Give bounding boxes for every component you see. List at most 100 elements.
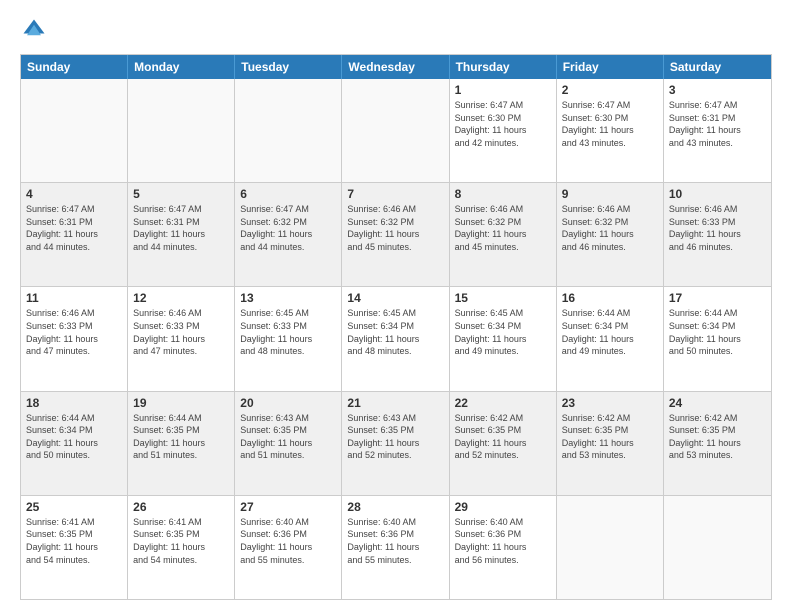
calendar-row-2: 11 Sunrise: 6:46 AM Sunset: 6:33 PM Dayli… (21, 286, 771, 390)
day-info: Sunrise: 6:40 AM Sunset: 6:36 PM Dayligh… (455, 516, 551, 566)
cal-cell: 6 Sunrise: 6:47 AM Sunset: 6:32 PM Daylig… (235, 183, 342, 286)
cal-cell: 20 Sunrise: 6:43 AM Sunset: 6:35 PM Dayli… (235, 392, 342, 495)
day-number: 16 (562, 291, 658, 305)
cal-cell: 19 Sunrise: 6:44 AM Sunset: 6:35 PM Dayli… (128, 392, 235, 495)
header-day-monday: Monday (128, 55, 235, 79)
day-number: 13 (240, 291, 336, 305)
calendar: SundayMondayTuesdayWednesdayThursdayFrid… (20, 54, 772, 600)
cal-cell: 2 Sunrise: 6:47 AM Sunset: 6:30 PM Daylig… (557, 79, 664, 182)
day-info: Sunrise: 6:45 AM Sunset: 6:34 PM Dayligh… (455, 307, 551, 357)
day-info: Sunrise: 6:41 AM Sunset: 6:35 PM Dayligh… (26, 516, 122, 566)
cal-cell: 17 Sunrise: 6:44 AM Sunset: 6:34 PM Dayli… (664, 287, 771, 390)
header-day-thursday: Thursday (450, 55, 557, 79)
day-number: 24 (669, 396, 766, 410)
cal-cell: 16 Sunrise: 6:44 AM Sunset: 6:34 PM Dayli… (557, 287, 664, 390)
day-info: Sunrise: 6:46 AM Sunset: 6:33 PM Dayligh… (669, 203, 766, 253)
cal-cell: 25 Sunrise: 6:41 AM Sunset: 6:35 PM Dayli… (21, 496, 128, 599)
page: SundayMondayTuesdayWednesdayThursdayFrid… (0, 0, 792, 612)
day-number: 19 (133, 396, 229, 410)
header-day-friday: Friday (557, 55, 664, 79)
cal-cell (342, 79, 449, 182)
calendar-row-1: 4 Sunrise: 6:47 AM Sunset: 6:31 PM Daylig… (21, 182, 771, 286)
cal-cell: 11 Sunrise: 6:46 AM Sunset: 6:33 PM Dayli… (21, 287, 128, 390)
logo (20, 16, 52, 44)
cal-cell: 14 Sunrise: 6:45 AM Sunset: 6:34 PM Dayli… (342, 287, 449, 390)
day-number: 11 (26, 291, 122, 305)
day-number: 1 (455, 83, 551, 97)
cal-cell: 29 Sunrise: 6:40 AM Sunset: 6:36 PM Dayli… (450, 496, 557, 599)
cal-cell: 23 Sunrise: 6:42 AM Sunset: 6:35 PM Dayli… (557, 392, 664, 495)
cal-cell (664, 496, 771, 599)
calendar-row-0: 1 Sunrise: 6:47 AM Sunset: 6:30 PM Daylig… (21, 79, 771, 182)
day-number: 2 (562, 83, 658, 97)
cal-cell: 26 Sunrise: 6:41 AM Sunset: 6:35 PM Dayli… (128, 496, 235, 599)
calendar-row-3: 18Sunrise: 6:44 AM Sunset: 6:34 PM Dayli… (21, 391, 771, 495)
day-info: Sunrise: 6:42 AM Sunset: 6:35 PM Dayligh… (562, 412, 658, 462)
cal-cell: 15 Sunrise: 6:45 AM Sunset: 6:34 PM Dayli… (450, 287, 557, 390)
day-info: Sunrise: 6:44 AM Sunset: 6:34 PM Dayligh… (26, 412, 122, 462)
day-number: 20 (240, 396, 336, 410)
day-number: 8 (455, 187, 551, 201)
day-number: 5 (133, 187, 229, 201)
day-info: Sunrise: 6:47 AM Sunset: 6:31 PM Dayligh… (669, 99, 766, 149)
day-number: 23 (562, 396, 658, 410)
day-number: 27 (240, 500, 336, 514)
day-info: Sunrise: 6:46 AM Sunset: 6:32 PM Dayligh… (455, 203, 551, 253)
cal-cell: 3 Sunrise: 6:47 AM Sunset: 6:31 PM Daylig… (664, 79, 771, 182)
cal-cell: 8 Sunrise: 6:46 AM Sunset: 6:32 PM Daylig… (450, 183, 557, 286)
day-number: 26 (133, 500, 229, 514)
day-info: Sunrise: 6:46 AM Sunset: 6:32 PM Dayligh… (347, 203, 443, 253)
day-info: Sunrise: 6:44 AM Sunset: 6:35 PM Dayligh… (133, 412, 229, 462)
day-info: Sunrise: 6:40 AM Sunset: 6:36 PM Dayligh… (240, 516, 336, 566)
cal-cell: 18Sunrise: 6:44 AM Sunset: 6:34 PM Dayli… (21, 392, 128, 495)
cal-cell: 5 Sunrise: 6:47 AM Sunset: 6:31 PM Daylig… (128, 183, 235, 286)
calendar-header: SundayMondayTuesdayWednesdayThursdayFrid… (21, 55, 771, 79)
cal-cell: 9Sunrise: 6:46 AM Sunset: 6:32 PM Daylig… (557, 183, 664, 286)
cal-cell: 28Sunrise: 6:40 AM Sunset: 6:36 PM Dayli… (342, 496, 449, 599)
day-number: 25 (26, 500, 122, 514)
day-info: Sunrise: 6:40 AM Sunset: 6:36 PM Dayligh… (347, 516, 443, 566)
header-day-wednesday: Wednesday (342, 55, 449, 79)
day-info: Sunrise: 6:46 AM Sunset: 6:33 PM Dayligh… (26, 307, 122, 357)
day-info: Sunrise: 6:47 AM Sunset: 6:30 PM Dayligh… (562, 99, 658, 149)
cal-cell: 7 Sunrise: 6:46 AM Sunset: 6:32 PM Daylig… (342, 183, 449, 286)
header (20, 16, 772, 44)
day-number: 3 (669, 83, 766, 97)
day-number: 15 (455, 291, 551, 305)
header-day-tuesday: Tuesday (235, 55, 342, 79)
cal-cell: 4 Sunrise: 6:47 AM Sunset: 6:31 PM Daylig… (21, 183, 128, 286)
day-info: Sunrise: 6:47 AM Sunset: 6:32 PM Dayligh… (240, 203, 336, 253)
cal-cell: 12Sunrise: 6:46 AM Sunset: 6:33 PM Dayli… (128, 287, 235, 390)
day-info: Sunrise: 6:41 AM Sunset: 6:35 PM Dayligh… (133, 516, 229, 566)
cal-cell: 21 Sunrise: 6:43 AM Sunset: 6:35 PM Dayli… (342, 392, 449, 495)
day-number: 14 (347, 291, 443, 305)
day-number: 4 (26, 187, 122, 201)
day-info: Sunrise: 6:43 AM Sunset: 6:35 PM Dayligh… (347, 412, 443, 462)
calendar-body: 1 Sunrise: 6:47 AM Sunset: 6:30 PM Daylig… (21, 79, 771, 599)
day-info: Sunrise: 6:47 AM Sunset: 6:31 PM Dayligh… (133, 203, 229, 253)
day-info: Sunrise: 6:42 AM Sunset: 6:35 PM Dayligh… (669, 412, 766, 462)
cal-cell: 22Sunrise: 6:42 AM Sunset: 6:35 PM Dayli… (450, 392, 557, 495)
day-info: Sunrise: 6:45 AM Sunset: 6:34 PM Dayligh… (347, 307, 443, 357)
day-number: 29 (455, 500, 551, 514)
logo-icon (20, 16, 48, 44)
header-day-sunday: Sunday (21, 55, 128, 79)
day-number: 17 (669, 291, 766, 305)
cal-cell: 27 Sunrise: 6:40 AM Sunset: 6:36 PM Dayli… (235, 496, 342, 599)
day-info: Sunrise: 6:44 AM Sunset: 6:34 PM Dayligh… (669, 307, 766, 357)
day-number: 21 (347, 396, 443, 410)
day-info: Sunrise: 6:46 AM Sunset: 6:32 PM Dayligh… (562, 203, 658, 253)
cal-cell: 10Sunrise: 6:46 AM Sunset: 6:33 PM Dayli… (664, 183, 771, 286)
calendar-row-4: 25 Sunrise: 6:41 AM Sunset: 6:35 PM Dayli… (21, 495, 771, 599)
day-number: 22 (455, 396, 551, 410)
day-info: Sunrise: 6:45 AM Sunset: 6:33 PM Dayligh… (240, 307, 336, 357)
cal-cell (235, 79, 342, 182)
day-info: Sunrise: 6:47 AM Sunset: 6:31 PM Dayligh… (26, 203, 122, 253)
cal-cell: 1Sunrise: 6:47 AM Sunset: 6:30 PM Daylig… (450, 79, 557, 182)
day-info: Sunrise: 6:43 AM Sunset: 6:35 PM Dayligh… (240, 412, 336, 462)
cal-cell (21, 79, 128, 182)
day-info: Sunrise: 6:46 AM Sunset: 6:33 PM Dayligh… (133, 307, 229, 357)
day-info: Sunrise: 6:44 AM Sunset: 6:34 PM Dayligh… (562, 307, 658, 357)
day-number: 7 (347, 187, 443, 201)
day-number: 6 (240, 187, 336, 201)
